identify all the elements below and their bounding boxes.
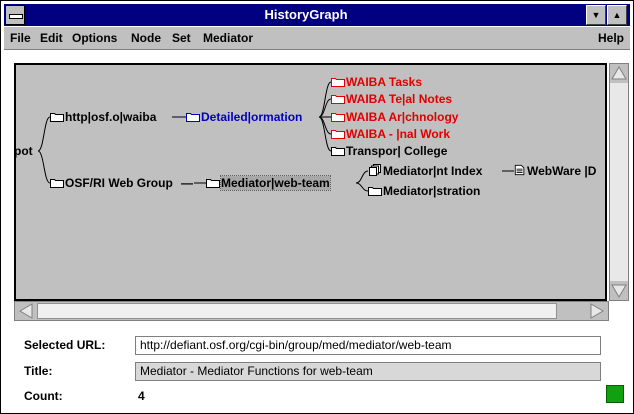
maximize-icon: ▲: [612, 10, 622, 20]
graph-node-mediator-stration[interactable]: Mediator|stration: [368, 183, 480, 199]
menu-bar: File Edit Options Node Set Mediator Help: [4, 27, 630, 50]
window-title: HistoryGraph: [264, 7, 348, 22]
menu-mediator[interactable]: Mediator: [203, 27, 253, 49]
edge-mediator-index: [355, 170, 369, 184]
history-graph-window: HistoryGraph ▼ ▲ File Edit Options Node …: [0, 0, 634, 414]
menu-options[interactable]: Options: [72, 27, 117, 49]
folder-icon: [50, 113, 64, 122]
multi-page-icon: [369, 164, 381, 176]
node-label: WAIBA Tasks: [346, 75, 423, 89]
graph-node-webware[interactable]: WebWare |D: [514, 163, 596, 179]
scroll-right-arrow-icon[interactable]: [588, 302, 606, 320]
scroll-down-arrow-icon[interactable]: [610, 282, 628, 300]
graph-node-http[interactable]: http|osf.o|waiba: [50, 109, 156, 125]
edge-detailed-transport: [318, 116, 332, 152]
horizontal-scroll-thumb[interactable]: [37, 303, 557, 319]
node-label: pot: [14, 144, 33, 158]
node-label: WAIBA Te|al Notes: [346, 92, 453, 106]
node-label: Detailed|ormation: [201, 110, 303, 124]
history-graph-canvas[interactable]: pot http|osf.o|waiba Detailed|ormation W…: [14, 63, 607, 301]
edge-mediator-stration: [355, 182, 369, 192]
vertical-scrollbar[interactable]: [609, 63, 629, 301]
graph-node-detailed[interactable]: Detailed|ormation: [186, 109, 302, 125]
vertical-scroll-track[interactable]: [610, 83, 628, 281]
maximize-button[interactable]: ▲: [607, 5, 627, 25]
scroll-up-arrow-icon[interactable]: [610, 64, 628, 82]
menu-file[interactable]: File: [10, 27, 31, 49]
folder-icon: [331, 130, 345, 139]
node-label: OSF/RI Web Group: [65, 176, 173, 190]
node-label: Mediator|stration: [383, 184, 481, 198]
edge-root-osf: [37, 150, 51, 184]
system-menu-button[interactable]: [5, 5, 25, 25]
folder-icon: [331, 95, 345, 104]
folder-icon: [50, 179, 64, 188]
selected-url-label: Selected URL:: [24, 338, 106, 352]
system-menu-icon: [9, 14, 23, 19]
graph-node-waiba-final[interactable]: WAIBA - |nal Work: [331, 126, 450, 142]
menu-set[interactable]: Set: [172, 27, 191, 49]
node-label: Mediator|nt Index: [383, 164, 483, 178]
horizontal-scrollbar[interactable]: [14, 301, 609, 321]
count-value: 4: [138, 389, 145, 403]
folder-icon: [331, 78, 345, 87]
graph-node-mediator-web-team[interactable]: Mediator|web-team: [206, 175, 331, 191]
node-label: Transpor| College: [346, 144, 448, 158]
graph-node-mediator-index[interactable]: Mediator|nt Index: [368, 163, 482, 179]
node-label: WAIBA - |nal Work: [346, 127, 451, 141]
document-icon: [514, 164, 525, 176]
folder-icon: [368, 187, 382, 196]
minimize-button[interactable]: ▼: [586, 5, 606, 25]
node-label: WAIBA Ar|chnology: [346, 110, 459, 124]
minimize-icon: ▼: [591, 10, 601, 20]
graph-node-waiba-archaeology[interactable]: WAIBA Ar|chnology: [331, 109, 458, 125]
folder-icon: [186, 113, 200, 122]
edge-dash: —: [181, 176, 193, 190]
node-label: Mediator|web-team: [220, 175, 331, 191]
menu-edit[interactable]: Edit: [40, 27, 63, 49]
folder-icon: [206, 179, 220, 188]
title-field: Mediator - Mediator Functions for web-te…: [135, 362, 601, 381]
node-label: WebWare |D: [527, 164, 597, 178]
scroll-left-arrow-icon[interactable]: [17, 302, 35, 320]
count-label: Count:: [24, 389, 63, 403]
menu-node[interactable]: Node: [131, 27, 161, 49]
edge-root-http: [37, 116, 51, 152]
graph-node-osf-group[interactable]: OSF/RI Web Group: [50, 175, 173, 191]
menu-help[interactable]: Help: [598, 27, 624, 49]
graph-node-transport[interactable]: Transpor| College: [331, 143, 447, 159]
node-label: http|osf.o|waiba: [65, 110, 157, 124]
title-bar[interactable]: HistoryGraph ▼ ▲: [4, 4, 630, 26]
graph-node-waiba-tasks[interactable]: WAIBA Tasks: [331, 74, 422, 90]
folder-icon: [331, 113, 345, 122]
folder-icon: [331, 147, 345, 156]
selected-url-field[interactable]: http://defiant.osf.org/cgi-bin/group/med…: [135, 336, 601, 355]
graph-node-waiba-technical[interactable]: WAIBA Te|al Notes: [331, 91, 452, 107]
graph-node-root[interactable]: pot: [14, 143, 33, 159]
title-label: Title:: [24, 364, 53, 378]
status-indicator: [606, 385, 624, 403]
